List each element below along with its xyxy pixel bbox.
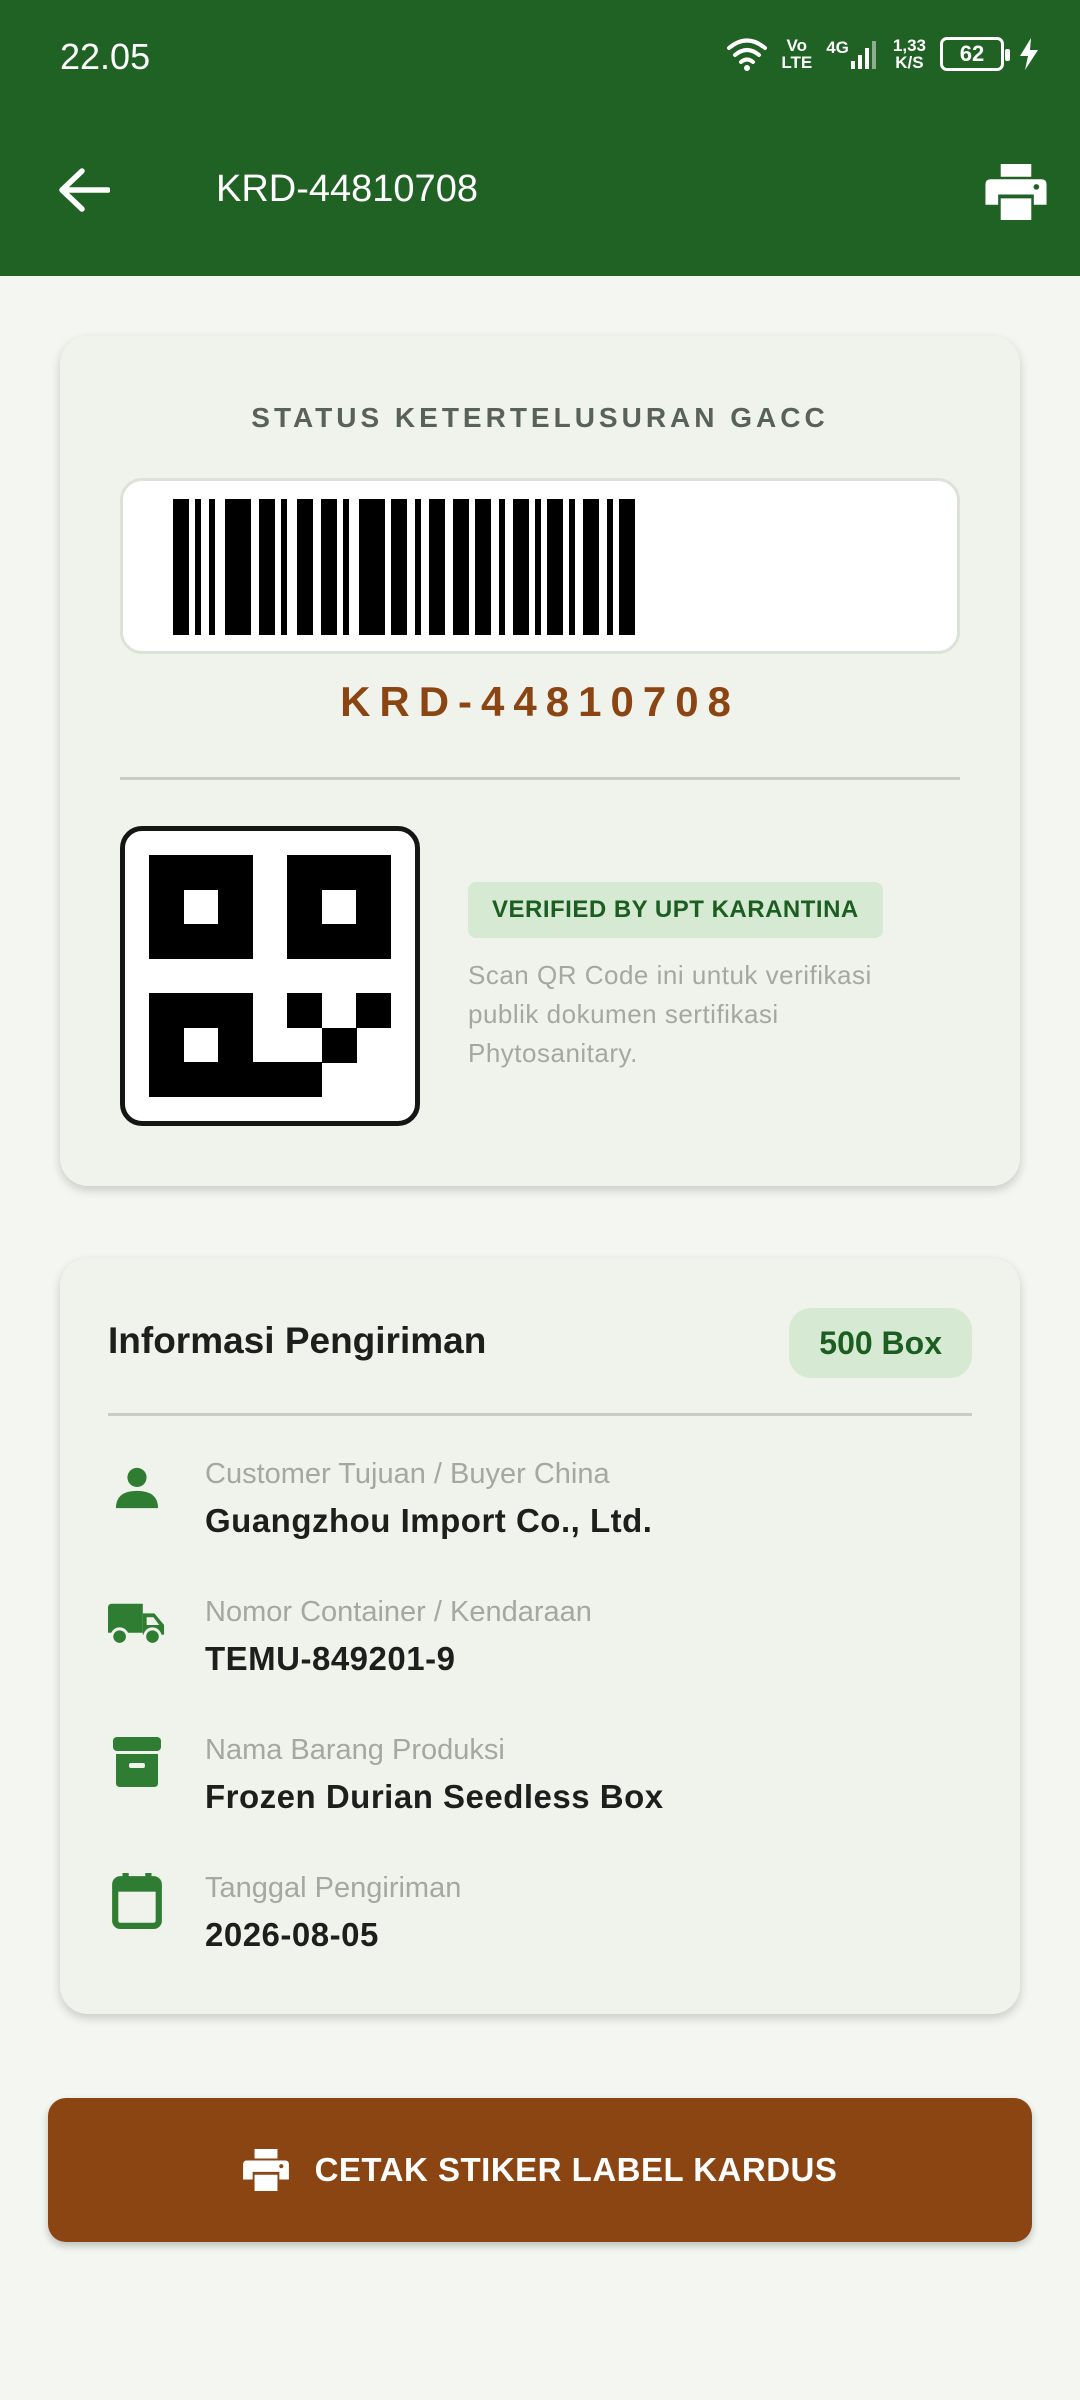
- info-row-date: Tanggal Pengiriman 2026-08-05: [60, 1872, 1020, 1992]
- arrow-left-icon: [59, 168, 110, 212]
- tracking-code: KRD-44810708: [340, 678, 740, 725]
- barcode-container: [120, 478, 960, 654]
- person-icon: [108, 1458, 166, 1516]
- wifi-icon: [727, 38, 768, 71]
- qr-code-image: [149, 855, 391, 1097]
- shipment-info-title: Informasi Pengiriman: [108, 1320, 487, 1361]
- verified-badge: VERIFIED BY UPT KARANTINA: [468, 882, 883, 938]
- date-label: Tanggal Pengiriman: [205, 1872, 462, 1904]
- info-row-product: Nama Barang Produksi Frozen Durian Seedl…: [60, 1734, 1020, 1854]
- archive-box-icon: [108, 1734, 166, 1792]
- print-label-button[interactable]: CETAK STIKER LABEL KARDUS: [48, 2098, 1032, 2242]
- date-value: 2026-08-05: [205, 1916, 379, 1953]
- quantity-badge: 500 Box: [789, 1308, 972, 1378]
- network-speed: 1,33 K/S: [892, 36, 926, 72]
- verification-description: Scan QR Code ini untuk verifikasi publik…: [468, 960, 872, 1068]
- status-icons: Vo LTE 4G 1,33 K/S 62: [727, 30, 1040, 78]
- back-button[interactable]: [52, 158, 116, 222]
- qr-code-container[interactable]: [120, 826, 420, 1126]
- signal-indicator: 4G: [826, 39, 879, 69]
- divider: [108, 1413, 972, 1416]
- info-row-container: Nomor Container / Kendaraan TEMU-849201-…: [60, 1596, 1020, 1716]
- divider: [120, 777, 960, 780]
- shipment-info-card: Informasi Pengiriman 500 Box Customer Tu…: [60, 1258, 1020, 2014]
- product-label: Nama Barang Produksi: [205, 1734, 505, 1766]
- container-label: Nomor Container / Kendaraan: [205, 1596, 592, 1628]
- volte-indicator: Vo LTE: [781, 36, 813, 72]
- customer-value: Guangzhou Import Co., Ltd.: [205, 1502, 653, 1539]
- product-value: Frozen Durian Seedless Box: [205, 1778, 664, 1815]
- traceability-card: STATUS KETERTELUSURAN GACC KRD-44810708 …: [60, 336, 1020, 1186]
- calendar-icon: [108, 1872, 166, 1930]
- printer-icon: [242, 2149, 289, 2191]
- container-value: TEMU-849201-9: [205, 1640, 456, 1677]
- traceability-title: STATUS KETERTELUSURAN GACC: [251, 402, 829, 433]
- app-header: 22.05 Vo LTE 4G 1,33 K/S 62 KRD-44810708: [0, 0, 1080, 276]
- battery-indicator: 62: [940, 37, 1010, 71]
- signal-icon: [850, 41, 876, 69]
- truck-icon: [108, 1596, 166, 1654]
- print-button[interactable]: [980, 156, 1052, 228]
- print-label-button-text: CETAK STIKER LABEL KARDUS: [314, 2151, 838, 2188]
- customer-label: Customer Tujuan / Buyer China: [205, 1458, 610, 1490]
- status-time: 22.05: [60, 36, 151, 77]
- page-title: KRD-44810708: [216, 168, 478, 210]
- barcode-image: [173, 499, 635, 635]
- info-row-customer: Customer Tujuan / Buyer China Guangzhou …: [60, 1458, 1020, 1578]
- charging-icon: [1020, 38, 1038, 70]
- printer-icon: [985, 164, 1047, 220]
